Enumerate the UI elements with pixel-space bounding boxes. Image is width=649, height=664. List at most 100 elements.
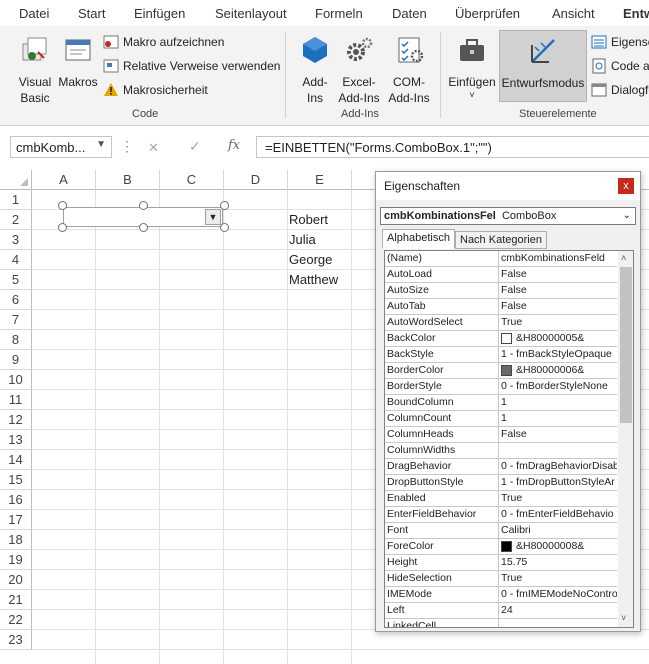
- tab-daten[interactable]: Daten: [392, 6, 427, 21]
- tab-start[interactable]: Start: [78, 6, 105, 21]
- row-header[interactable]: 1: [0, 190, 32, 210]
- property-value[interactable]: True: [499, 491, 617, 506]
- splitter-handle[interactable]: ⋮: [120, 136, 134, 158]
- properties-title[interactable]: Eigenschaften: [376, 172, 640, 200]
- property-row[interactable]: Left 24: [385, 603, 617, 619]
- tab-formeln[interactable]: Formeln: [315, 6, 363, 21]
- property-row[interactable]: Enabled True: [385, 491, 617, 507]
- formula-input[interactable]: =EINBETTEN("Forms.ComboBox.1";""): [256, 136, 649, 158]
- insert-function-icon[interactable]: fx: [228, 138, 240, 153]
- row-header[interactable]: 2: [0, 210, 32, 230]
- property-row[interactable]: BorderColor &H80000006&: [385, 363, 617, 379]
- column-header-b[interactable]: B: [96, 170, 160, 190]
- tab-datei[interactable]: Datei: [19, 6, 49, 21]
- row-header[interactable]: 12: [0, 410, 32, 430]
- scroll-down-icon[interactable]: ˅: [621, 613, 626, 623]
- property-row[interactable]: ColumnWidths: [385, 443, 617, 459]
- property-row[interactable]: ForeColor &H80000008&: [385, 539, 617, 555]
- row-header[interactable]: 15: [0, 470, 32, 490]
- row-header[interactable]: 22: [0, 610, 32, 630]
- property-value[interactable]: 0 - fmIMEModeNoContro: [499, 587, 617, 602]
- name-box[interactable]: cmbKomb... ▼: [10, 136, 112, 158]
- excel-addins-button[interactable]: Excel-Add-Ins: [336, 34, 382, 106]
- property-value[interactable]: 0 - fmBorderStyleNone: [499, 379, 617, 394]
- property-row[interactable]: ColumnHeads False: [385, 427, 617, 443]
- tab-seitenlayout[interactable]: Seitenlayout: [215, 6, 287, 21]
- property-row[interactable]: AutoWordSelect True: [385, 315, 617, 331]
- property-row[interactable]: ColumnCount 1: [385, 411, 617, 427]
- chevron-down-icon[interactable]: ▼: [96, 139, 106, 150]
- property-value[interactable]: 1 - fmDropButtonStyleAr: [499, 475, 617, 490]
- column-header-d[interactable]: D: [224, 170, 288, 190]
- property-value[interactable]: 1: [499, 411, 617, 426]
- property-row[interactable]: (Name) cmbKombinationsFeld: [385, 251, 617, 267]
- row-header[interactable]: 21: [0, 590, 32, 610]
- property-row[interactable]: HideSelection True: [385, 571, 617, 587]
- property-value[interactable]: &H80000006&: [499, 363, 617, 378]
- scroll-up-icon[interactable]: ˄: [621, 253, 626, 263]
- row-header[interactable]: 19: [0, 550, 32, 570]
- row-header[interactable]: 9: [0, 350, 32, 370]
- cell-e3[interactable]: Julia: [289, 230, 316, 250]
- select-all-corner[interactable]: [0, 170, 32, 190]
- com-addins-button[interactable]: COM-Add-Ins: [386, 34, 432, 106]
- column-header-e[interactable]: E: [288, 170, 352, 190]
- property-value[interactable]: False: [499, 299, 617, 314]
- row-header[interactable]: 7: [0, 310, 32, 330]
- property-row[interactable]: Height 15.75: [385, 555, 617, 571]
- property-row[interactable]: BackStyle 1 - fmBackStyleOpaque: [385, 347, 617, 363]
- property-row[interactable]: IMEMode 0 - fmIMEModeNoContro: [385, 587, 617, 603]
- row-header[interactable]: 11: [0, 390, 32, 410]
- addins-button[interactable]: Add-Ins: [296, 34, 334, 106]
- tab-entwicklertools[interactable]: Entw: [623, 6, 649, 21]
- column-header-a[interactable]: A: [32, 170, 96, 190]
- tab-nach-kategorien[interactable]: Nach Kategorien: [455, 231, 547, 249]
- row-header[interactable]: 18: [0, 530, 32, 550]
- dialogfeld-button[interactable]: Dialogfe: [591, 80, 649, 100]
- relative-verweise-button[interactable]: Relative Verweise verwenden: [103, 56, 280, 76]
- tab-ansicht[interactable]: Ansicht: [552, 6, 595, 21]
- property-value[interactable]: &H80000005&: [499, 331, 617, 346]
- property-row[interactable]: BackColor &H80000005&: [385, 331, 617, 347]
- row-header[interactable]: 13: [0, 430, 32, 450]
- cell-e5[interactable]: Matthew: [289, 270, 338, 290]
- makrosicherheit-button[interactable]: Makrosicherheit: [103, 80, 208, 100]
- property-row[interactable]: EnterFieldBehavior 0 - fmEnterFieldBehavi…: [385, 507, 617, 523]
- row-header[interactable]: 14: [0, 450, 32, 470]
- property-row[interactable]: DragBehavior 0 - fmDragBehaviorDisab: [385, 459, 617, 475]
- makro-aufzeichnen-button[interactable]: Makro aufzeichnen: [103, 32, 224, 52]
- property-value[interactable]: cmbKombinationsFeld: [499, 251, 617, 266]
- property-value[interactable]: &H80000008&: [499, 539, 617, 554]
- row-header[interactable]: 6: [0, 290, 32, 310]
- row-header[interactable]: 10: [0, 370, 32, 390]
- row-header[interactable]: 3: [0, 230, 32, 250]
- property-row[interactable]: BorderStyle 0 - fmBorderStyleNone: [385, 379, 617, 395]
- visual-basic-button[interactable]: Visual Basic: [12, 34, 58, 106]
- entwurfsmodus-button[interactable]: Entwurfsmodus: [499, 30, 587, 102]
- property-row[interactable]: LinkedCell: [385, 619, 617, 627]
- property-value[interactable]: [499, 619, 617, 627]
- property-value[interactable]: 1: [499, 395, 617, 410]
- tab-alphabetisch[interactable]: Alphabetisch: [382, 229, 455, 249]
- row-header[interactable]: 17: [0, 510, 32, 530]
- scrollbar-thumb[interactable]: [620, 267, 632, 423]
- code-anzeigen-button[interactable]: Code ar: [591, 56, 649, 76]
- eigenschaften-button[interactable]: Eigensc: [591, 32, 649, 52]
- close-icon[interactable]: x: [618, 178, 634, 194]
- property-value[interactable]: 0 - fmEnterFieldBehavio: [499, 507, 617, 522]
- row-header[interactable]: 20: [0, 570, 32, 590]
- property-row[interactable]: AutoLoad False: [385, 267, 617, 283]
- row-header[interactable]: 4: [0, 250, 32, 270]
- row-header[interactable]: 23: [0, 630, 32, 650]
- property-value[interactable]: [499, 443, 617, 458]
- object-selector[interactable]: cmbKombinationsFel ComboBox ⌄: [380, 207, 636, 225]
- tab-einfuegen[interactable]: Einfügen: [134, 6, 185, 21]
- property-row[interactable]: BoundColumn 1: [385, 395, 617, 411]
- cell-e4[interactable]: George: [289, 250, 332, 270]
- property-value[interactable]: True: [499, 571, 617, 586]
- row-header[interactable]: 16: [0, 490, 32, 510]
- property-value[interactable]: 1 - fmBackStyleOpaque: [499, 347, 617, 362]
- enter-icon[interactable]: ✓: [189, 138, 201, 155]
- cell-e2[interactable]: Robert: [289, 210, 328, 230]
- property-value[interactable]: False: [499, 283, 617, 298]
